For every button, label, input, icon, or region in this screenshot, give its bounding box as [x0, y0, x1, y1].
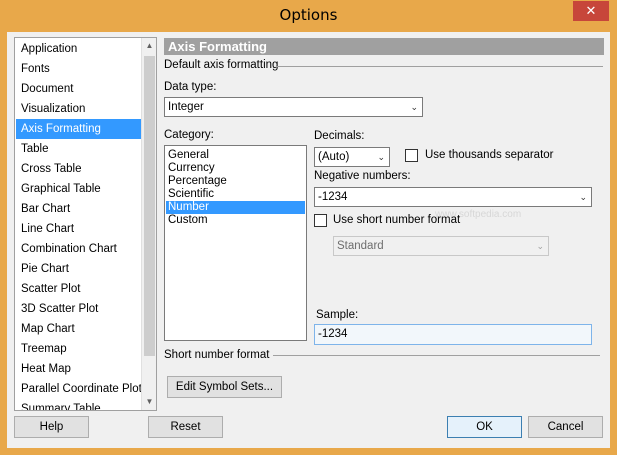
- edit-symbol-sets-button[interactable]: Edit Symbol Sets...: [167, 376, 282, 398]
- category-item-number[interactable]: Number: [166, 201, 305, 214]
- negative-numbers-select[interactable]: -1234 ⌄: [314, 187, 592, 207]
- nav-item-document[interactable]: Document: [16, 79, 142, 99]
- category-item-custom[interactable]: Custom: [166, 214, 305, 227]
- scroll-up-icon[interactable]: ▲: [142, 38, 156, 54]
- data-type-value: Integer: [168, 101, 204, 113]
- scroll-thumb[interactable]: [144, 56, 155, 356]
- thousands-separator-checkbox[interactable]: [405, 149, 418, 162]
- decimals-value: (Auto): [318, 151, 350, 163]
- category-item-general[interactable]: General: [166, 149, 305, 162]
- reset-button[interactable]: Reset: [148, 416, 223, 438]
- nav-item-graphical-table[interactable]: Graphical Table: [16, 179, 142, 199]
- short-number-format-check-label[interactable]: Use short number format: [333, 214, 460, 226]
- nav-item-application[interactable]: Application: [16, 39, 142, 59]
- nav-item-heat-map[interactable]: Heat Map: [16, 359, 142, 379]
- group-divider: [276, 66, 603, 67]
- dialog-body: Application Fonts Document Visualization…: [7, 32, 610, 448]
- nav-item-visualization[interactable]: Visualization: [16, 99, 142, 119]
- data-type-select[interactable]: Integer ⌄: [164, 97, 423, 117]
- options-window: Options ✕ Application Fonts Document Vis…: [0, 0, 617, 455]
- nav-item-fonts[interactable]: Fonts: [16, 59, 142, 79]
- window-title: Options: [279, 6, 338, 24]
- nav-item-bar-chart[interactable]: Bar Chart: [16, 199, 142, 219]
- ok-button[interactable]: OK: [447, 416, 522, 438]
- category-nav-list[interactable]: Application Fonts Document Visualization…: [14, 37, 157, 411]
- thousands-separator-label[interactable]: Use thousands separator: [425, 149, 554, 161]
- sample-field: -1234: [314, 324, 592, 345]
- group-divider: [273, 355, 600, 356]
- scroll-down-icon[interactable]: ▼: [142, 394, 156, 410]
- sample-label: Sample:: [316, 309, 359, 321]
- close-icon[interactable]: ✕: [573, 1, 609, 21]
- chevron-down-icon: ⌄: [410, 102, 418, 112]
- category-label: Category:: [164, 129, 214, 141]
- nav-item-map-chart[interactable]: Map Chart: [16, 319, 142, 339]
- default-formatting-group-label: Default axis formatting: [164, 59, 279, 71]
- nav-item-parallel-coordinate-plot[interactable]: Parallel Coordinate Plot: [16, 379, 142, 399]
- data-type-label: Data type:: [164, 81, 217, 93]
- category-listbox[interactable]: General Currency Percentage Scientific N…: [164, 145, 307, 341]
- decimals-label: Decimals:: [314, 130, 365, 142]
- nav-item-pie-chart[interactable]: Pie Chart: [16, 259, 142, 279]
- decimals-select[interactable]: (Auto) ⌄: [314, 147, 390, 167]
- nav-item-table[interactable]: Table: [16, 139, 142, 159]
- nav-item-cross-table[interactable]: Cross Table: [16, 159, 142, 179]
- nav-scrollbar[interactable]: ▲ ▼: [141, 38, 156, 410]
- category-item-percentage[interactable]: Percentage: [166, 175, 305, 188]
- title-bar[interactable]: Options ✕: [0, 0, 617, 32]
- cancel-button[interactable]: Cancel: [528, 416, 603, 438]
- short-number-format-checkbox[interactable]: [314, 214, 327, 227]
- nav-item-3d-scatter-plot[interactable]: 3D Scatter Plot: [16, 299, 142, 319]
- nav-item-axis-formatting[interactable]: Axis Formatting: [16, 119, 142, 139]
- section-header: Axis Formatting: [164, 38, 604, 55]
- category-item-currency[interactable]: Currency: [166, 162, 305, 175]
- chevron-down-icon: ⌄: [536, 241, 544, 251]
- chevron-down-icon: ⌄: [377, 152, 385, 162]
- category-item-scientific[interactable]: Scientific: [166, 188, 305, 201]
- chevron-down-icon: ⌄: [579, 192, 587, 202]
- nav-item-treemap[interactable]: Treemap: [16, 339, 142, 359]
- nav-item-combination-chart[interactable]: Combination Chart: [16, 239, 142, 259]
- negative-numbers-value: -1234: [318, 191, 348, 203]
- short-number-format-select[interactable]: Standard ⌄: [333, 236, 549, 256]
- negative-numbers-label: Negative numbers:: [314, 170, 411, 182]
- nav-item-scatter-plot[interactable]: Scatter Plot: [16, 279, 142, 299]
- help-button[interactable]: Help: [14, 416, 89, 438]
- nav-item-line-chart[interactable]: Line Chart: [16, 219, 142, 239]
- nav-item-summary-table[interactable]: Summary Table: [16, 399, 142, 410]
- short-number-format-value: Standard: [337, 240, 384, 252]
- short-number-format-group-label: Short number format: [164, 349, 270, 361]
